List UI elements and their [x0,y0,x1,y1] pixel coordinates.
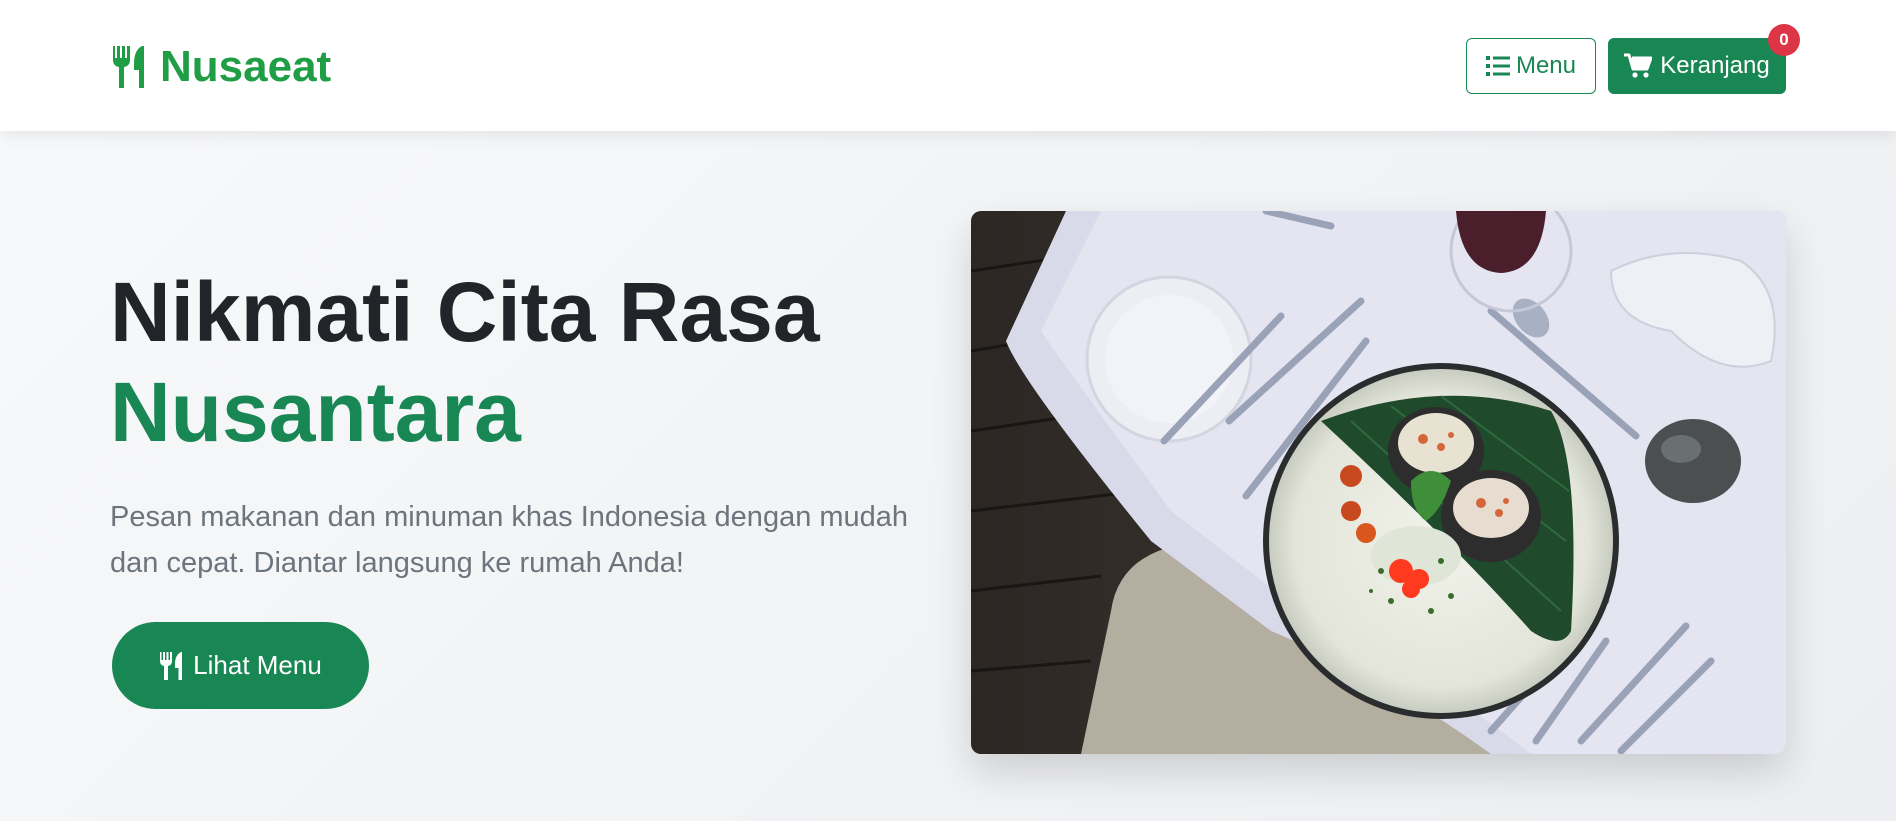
utensils-icon [160,651,183,680]
menu-button[interactable]: Menu [1466,38,1596,94]
cart-count-badge: 0 [1768,24,1800,56]
navbar: Nusaeat Menu Keranjang 0 [0,0,1896,131]
list-icon [1485,56,1510,76]
menu-button-label: Menu [1515,52,1577,79]
hero-food-image [971,211,1786,754]
cart-button[interactable]: Keranjang [1608,38,1786,94]
cart-button-label: Keranjang [1660,52,1770,79]
hero-title-line1: Nikmati Cita Rasa [110,265,820,359]
utensils-icon [113,46,144,88]
brand-name: Nusaeat [160,42,332,91]
hero-description: Pesan makanan dan minuman khas Indonesia… [110,501,909,579]
hero-title: Nikmati Cita Rasa Nusantara [110,262,960,462]
cart-icon [1624,53,1653,78]
view-menu-button-label: Lihat Menu [193,650,322,680]
plated-dish-illustration [971,211,1786,754]
brand-logo[interactable]: Nusaeat [110,42,331,92]
hero-title-accent: Nusantara [110,365,521,459]
view-menu-button[interactable]: Lihat Menu [112,622,369,709]
